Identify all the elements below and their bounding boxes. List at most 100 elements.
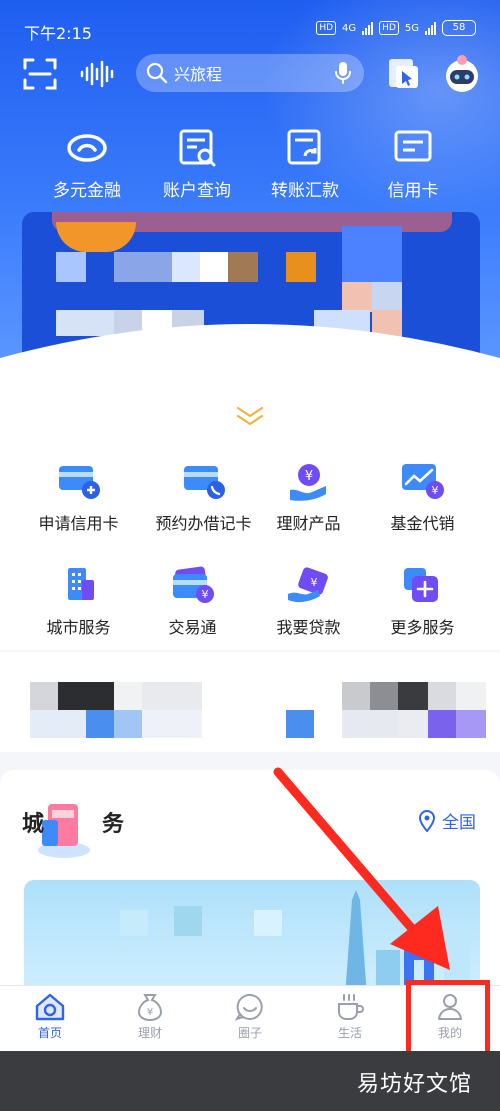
promo-pixel (86, 710, 114, 738)
city-pixel (174, 906, 202, 936)
quick-action-label: 信用卡 (387, 181, 439, 201)
promo-pixel (428, 682, 456, 710)
tab-label: 圈子 (237, 1026, 262, 1040)
hd-badge: HD (316, 21, 337, 35)
chat-face-icon (234, 993, 263, 1021)
bank-app-home: 下午2:15 HD 4G HD 5G 58 兴旅程 多元金融 账户查询 转账汇款… (0, 0, 500, 1111)
apply-card-icon (58, 466, 100, 499)
svg-text:¥: ¥ (201, 588, 208, 601)
signal-icon-2 (425, 21, 436, 35)
service-wealth-products[interactable]: ¥ 理财产品 (246, 462, 371, 534)
banner-pixel (228, 252, 258, 282)
banner-pixel (114, 252, 174, 282)
trade-card-coin-icon: ¥ (172, 566, 214, 603)
promo-pixel (30, 682, 58, 710)
search-placeholder: 兴旅程 (174, 65, 223, 84)
city-building-icon (67, 568, 94, 600)
quick-action-finance[interactable]: 多元金融 (32, 128, 142, 201)
top-bar: 兴旅程 (0, 52, 500, 96)
loan-hand-icon: ¥ (287, 567, 328, 603)
svg-text:¥: ¥ (310, 576, 317, 589)
promo-pixel (342, 710, 398, 738)
search-icon (146, 62, 168, 84)
banner-pixel (200, 252, 230, 282)
quick-action-label: 转账汇款 (271, 181, 339, 201)
tab-label: 首页 (37, 1026, 62, 1040)
banner-pixel (56, 222, 136, 252)
promo-pixel (456, 710, 486, 738)
tab-life[interactable]: 生活 (300, 992, 400, 1041)
status-bar: 下午2:15 HD 4G HD 5G 58 (0, 0, 500, 56)
tab-label: 理财 (137, 1026, 162, 1040)
status-time: 下午2:15 (24, 24, 92, 43)
search-bar[interactable]: 兴旅程 (136, 54, 364, 92)
service-apply-credit-card[interactable]: 申请信用卡 (16, 462, 141, 534)
assistant-robot-icon[interactable] (440, 52, 484, 96)
promo-pixel (142, 682, 202, 710)
promo-pixel (142, 710, 202, 738)
card-switch-icon[interactable] (386, 56, 422, 92)
service-city[interactable]: 城市服务 (16, 566, 141, 638)
city-section-title: 城务 (22, 806, 124, 838)
service-label: 交易通 (168, 618, 217, 637)
hd-badge-2: HD (379, 21, 399, 35)
service-label: 基金代销 (390, 514, 455, 533)
quick-action-label: 多元金融 (53, 181, 121, 201)
debit-card-phone-icon (183, 466, 225, 499)
promo-pixel (428, 710, 456, 738)
watermark-text: 易坊好文馆 (356, 1072, 472, 1097)
status-indicators: HD 4G HD 5G 58 (316, 20, 476, 36)
banner-pixel (342, 226, 402, 282)
promo-strip[interactable] (0, 652, 500, 752)
expand-chevron-icon[interactable] (230, 402, 270, 430)
city-pixel (120, 910, 148, 936)
service-label: 城市服务 (46, 618, 111, 637)
annotation-arrow-icon (273, 767, 450, 970)
quick-action-account-query[interactable]: 账户查询 (142, 128, 252, 201)
quick-action-transfer[interactable]: 转账汇款 (250, 128, 360, 201)
more-plus-icon (403, 568, 438, 602)
service-fund-sales[interactable]: ¥ 基金代销 (360, 462, 485, 534)
quick-action-credit-card[interactable]: 信用卡 (358, 128, 468, 201)
service-label: 申请信用卡 (38, 514, 119, 533)
service-label: 预约办借记卡 (155, 514, 252, 533)
city-title-right: 务 (102, 812, 125, 837)
home-icon (35, 993, 65, 1021)
banner-pixel (286, 252, 316, 282)
tab-circle[interactable]: 圈子 (200, 992, 300, 1041)
promo-pixel (398, 682, 428, 710)
service-label: 我要贷款 (276, 618, 341, 637)
svg-text:¥: ¥ (304, 469, 312, 484)
promo-pixel (58, 682, 114, 710)
finance-ring-icon (67, 134, 107, 162)
tab-home[interactable]: 首页 (0, 992, 100, 1041)
money-bag-icon: ¥ (137, 994, 163, 1022)
promo-pixel (114, 710, 142, 738)
battery-icon: 58 (442, 20, 476, 36)
service-label: 更多服务 (390, 618, 455, 637)
service-loan[interactable]: ¥ 我要贷款 (246, 566, 371, 638)
credit-card-icon (394, 130, 432, 162)
transfer-icon (287, 129, 321, 165)
voice-wave-icon[interactable] (78, 58, 118, 90)
tab-wealth[interactable]: ¥ 理财 (100, 992, 200, 1041)
promo-pixel (114, 682, 142, 710)
coffee-cup-icon (338, 994, 364, 1020)
svg-text:¥: ¥ (431, 484, 438, 497)
wealth-coin-hand-icon: ¥ (289, 464, 326, 501)
microphone-icon[interactable] (334, 61, 352, 85)
promo-pixel (398, 710, 428, 738)
service-trade-pass[interactable]: ¥ 交易通 (130, 566, 255, 638)
scan-icon[interactable] (22, 56, 58, 92)
signal-icon (362, 21, 374, 35)
promo-pixel (370, 682, 398, 710)
promo-pixel (342, 682, 370, 710)
account-query-icon (179, 129, 216, 167)
service-label: 理财产品 (276, 514, 341, 533)
annotation-highlight-box (406, 980, 490, 1062)
quick-action-label: 账户查询 (163, 181, 231, 201)
svg-text:¥: ¥ (147, 1007, 153, 1018)
promo-pixel (456, 682, 486, 710)
service-more[interactable]: 更多服务 (360, 566, 485, 638)
fund-chart-icon: ¥ (401, 464, 444, 499)
